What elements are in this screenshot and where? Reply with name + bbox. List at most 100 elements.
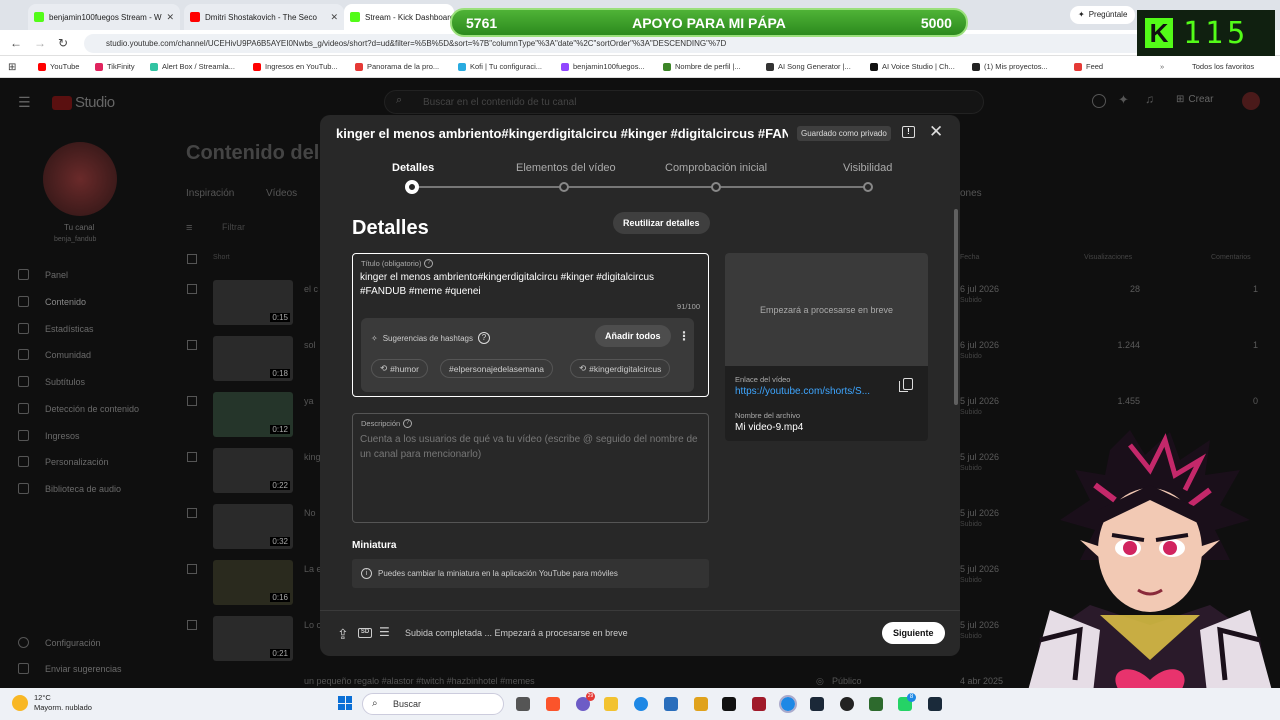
row-checkbox[interactable] (187, 396, 197, 406)
description-field[interactable]: Descripción ? Cuenta a los usuarios de q… (352, 413, 709, 523)
add-all-hashtags-button[interactable]: Añadir todos (595, 325, 671, 347)
short-thumbnail[interactable]: 0:16 (213, 560, 293, 605)
obs-icon[interactable] (840, 697, 854, 711)
terminal-icon[interactable] (722, 697, 736, 711)
tab-inspiracion[interactable]: Inspiración (186, 188, 234, 199)
short-thumbnail[interactable]: 0:12 (213, 392, 293, 437)
short-title[interactable]: el c (304, 284, 318, 294)
account-avatar[interactable] (1242, 92, 1260, 110)
app-icon[interactable] (694, 697, 708, 711)
tab-videos[interactable]: Vídeos (266, 188, 297, 199)
bookmark-twitch[interactable]: benjamin100fuegos... (561, 62, 645, 71)
bookmark-feed[interactable]: Feed (1074, 62, 1103, 71)
filter-input[interactable]: Filtrar (222, 222, 245, 232)
app-icon[interactable] (752, 697, 766, 711)
sidebar-item-deteccion[interactable]: Detección de contenido (18, 403, 139, 414)
close-tab-icon[interactable]: ✕ (330, 12, 338, 23)
weather-widget[interactable]: 12°C Mayorm. nublado (12, 693, 92, 713)
report-issue-icon[interactable]: ! (902, 126, 915, 138)
reload-icon[interactable]: ↻ (58, 36, 68, 50)
sidebar-item-ingresos[interactable]: Ingresos (18, 430, 80, 441)
bookmark-kofi[interactable]: Kofi | Tu configuraci... (458, 62, 542, 71)
browser-tab-active[interactable]: Stream - Kick Dashboard (344, 4, 454, 30)
hashtag-chip[interactable]: ⟲ #humor (371, 359, 428, 378)
row-checkbox[interactable] (187, 452, 197, 462)
channel-search-input[interactable]: Buscar en el contenido de tu canal (384, 90, 984, 114)
row-checkbox[interactable] (187, 564, 197, 574)
short-title[interactable]: sol (304, 340, 316, 350)
sidebar-item-contenido[interactable]: Contenido (18, 296, 86, 307)
sidebar-item-personalizacion[interactable]: Personalización (18, 456, 109, 467)
short-title[interactable]: Lo c (304, 620, 321, 630)
close-tab-icon[interactable]: ✕ (167, 12, 175, 23)
step-elementos[interactable]: Elementos del vídeo (516, 162, 616, 174)
description-input[interactable]: Cuenta a los usuarios de qué va tu vídeo… (360, 432, 705, 462)
sidebar-item-comunidad[interactable]: Comunidad (18, 349, 91, 360)
short-thumbnail[interactable]: 0:18 (213, 336, 293, 381)
column-date[interactable]: Fecha (960, 254, 979, 261)
hashtag-chip[interactable]: ⟲ #kingerdigitalcircus (570, 359, 671, 378)
bookmark-tikfinity[interactable]: TikFinity (95, 62, 135, 71)
menu-icon[interactable]: ☰ (18, 94, 31, 111)
row-checkbox[interactable] (187, 508, 197, 518)
select-all-checkbox[interactable] (187, 254, 197, 264)
short-title[interactable]: king (304, 452, 321, 462)
sparkle-icon[interactable]: ✦ (1118, 92, 1129, 108)
help-icon[interactable]: ? (403, 419, 413, 428)
file-explorer-icon[interactable] (604, 697, 618, 711)
more-bookmarks-icon[interactable]: » (1160, 62, 1164, 71)
filter-icon[interactable]: ≡ (186, 222, 192, 234)
short-title[interactable]: ya (304, 396, 314, 406)
browser-tab[interactable]: Dmitri Shostakovich - The Seco ✕ (184, 4, 344, 30)
apps-grid-icon[interactable]: ⊞ (8, 62, 16, 73)
copy-icon[interactable] (899, 378, 913, 392)
close-icon[interactable]: ✕ (929, 122, 943, 142)
reuse-details-button[interactable]: Reutilizar detalles (613, 212, 710, 234)
short-thumbnail[interactable]: 0:32 (213, 504, 293, 549)
app-icon[interactable] (664, 697, 678, 711)
brave-icon[interactable] (546, 697, 560, 711)
short-thumbnail[interactable]: 0:21 (213, 616, 293, 661)
short-title[interactable]: No (304, 508, 316, 518)
app-icon[interactable] (928, 697, 942, 711)
all-bookmarks[interactable]: Todos los favoritos (1192, 62, 1254, 71)
short-title[interactable]: La e (304, 564, 322, 574)
short-thumbnail[interactable]: 0:15 (213, 280, 293, 325)
sidebar-item-sugerencias[interactable]: Enviar sugerencias (18, 663, 122, 674)
sidebar-item-configuracion[interactable]: Configuración (18, 637, 101, 648)
bookmark-ingresos[interactable]: Ingresos en YouTub... (253, 62, 338, 71)
sidebar-item-subtitulos[interactable]: Subtítulos (18, 376, 85, 387)
steam-icon[interactable] (810, 697, 824, 711)
step-visibilidad[interactable]: Visibilidad (843, 162, 892, 174)
step-detalles[interactable]: Detalles (392, 162, 434, 174)
bookmark-panorama[interactable]: Panorama de la pro... (355, 62, 439, 71)
bookmark-ai-voice[interactable]: AI Voice Studio | Ch... (870, 62, 955, 71)
app-icon[interactable] (869, 697, 883, 711)
sidebar-item-audio[interactable]: Biblioteca de audio (18, 483, 121, 494)
task-view-icon[interactable] (516, 697, 530, 711)
browser-tab[interactable]: benjamin100fuegos Stream - W ✕ (28, 4, 180, 30)
back-icon[interactable]: ← (10, 36, 22, 50)
bookmark-ai-song[interactable]: AI Song Generator |... (766, 62, 851, 71)
title-field[interactable]: Título (obligatorio) ? kinger el menos a… (352, 253, 709, 397)
more-options-icon[interactable]: ⋮ (678, 329, 690, 343)
row-checkbox[interactable] (187, 620, 197, 630)
row-checkbox[interactable] (187, 284, 197, 294)
forward-icon[interactable]: → (34, 36, 46, 50)
bookmark-minecraft[interactable]: Nombre de perfil |... (663, 62, 741, 71)
taskbar-search-input[interactable]: Buscar (362, 693, 504, 715)
help-icon[interactable] (1092, 94, 1106, 108)
gemini-button[interactable]: ✦ Pregúntale (1070, 6, 1136, 24)
row-visibility[interactable]: Público (832, 676, 862, 686)
studio-logo[interactable]: Studio (52, 94, 115, 111)
chrome-icon[interactable] (634, 697, 648, 711)
row-checkbox[interactable] (187, 340, 197, 350)
bookmark-alertbox[interactable]: Alert Box / Streamla... (150, 62, 235, 71)
help-icon[interactable]: ? (424, 259, 434, 268)
sidebar-item-panel[interactable]: Panel (18, 269, 68, 280)
create-button[interactable]: ⊞ Crear (1176, 94, 1213, 105)
sidebar-item-estadisticas[interactable]: Estadísticas (18, 323, 94, 334)
chrome-active-icon[interactable] (779, 695, 797, 713)
title-input[interactable]: kinger el menos ambriento#kingerdigitalc… (360, 271, 700, 299)
bookmark-proyectos[interactable]: (1) Mis proyectos... (972, 62, 1048, 71)
